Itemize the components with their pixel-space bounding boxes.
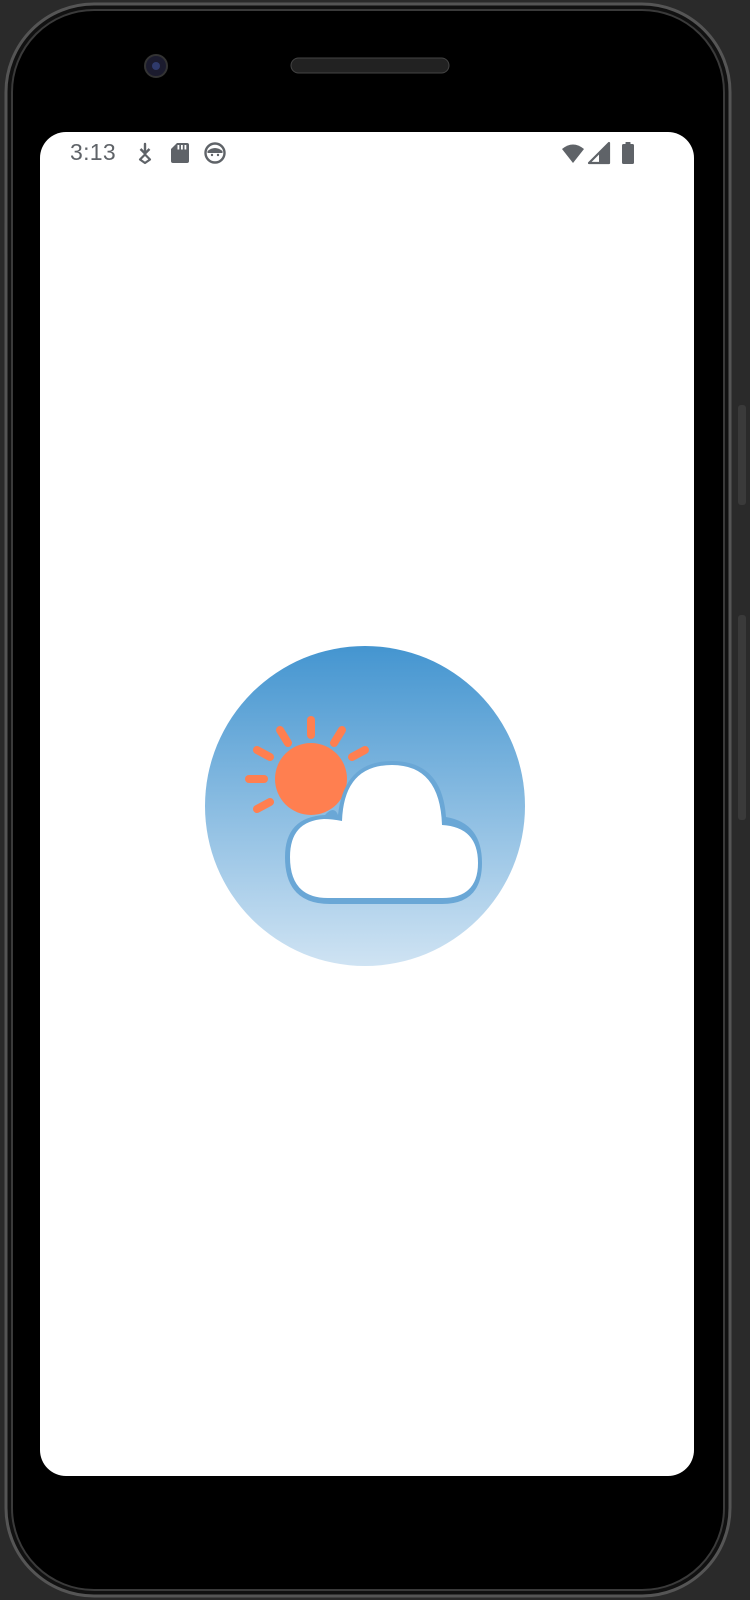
power-button — [738, 615, 746, 820]
sd-card-icon — [171, 143, 189, 163]
weather-partly-cloudy-icon — [205, 646, 525, 966]
download-icon — [138, 142, 152, 165]
screen: 3:13 — [40, 132, 694, 1476]
phone-device: 3:13 — [0, 0, 750, 1600]
earpiece-speaker — [290, 57, 450, 74]
battery-icon — [622, 142, 634, 164]
volume-button — [738, 405, 746, 505]
status-bar: 3:13 — [40, 132, 694, 176]
cellular-signal-icon — [587, 141, 611, 165]
app-face-icon — [204, 142, 226, 164]
status-time: 3:13 — [70, 139, 116, 165]
wifi-icon — [562, 144, 584, 163]
